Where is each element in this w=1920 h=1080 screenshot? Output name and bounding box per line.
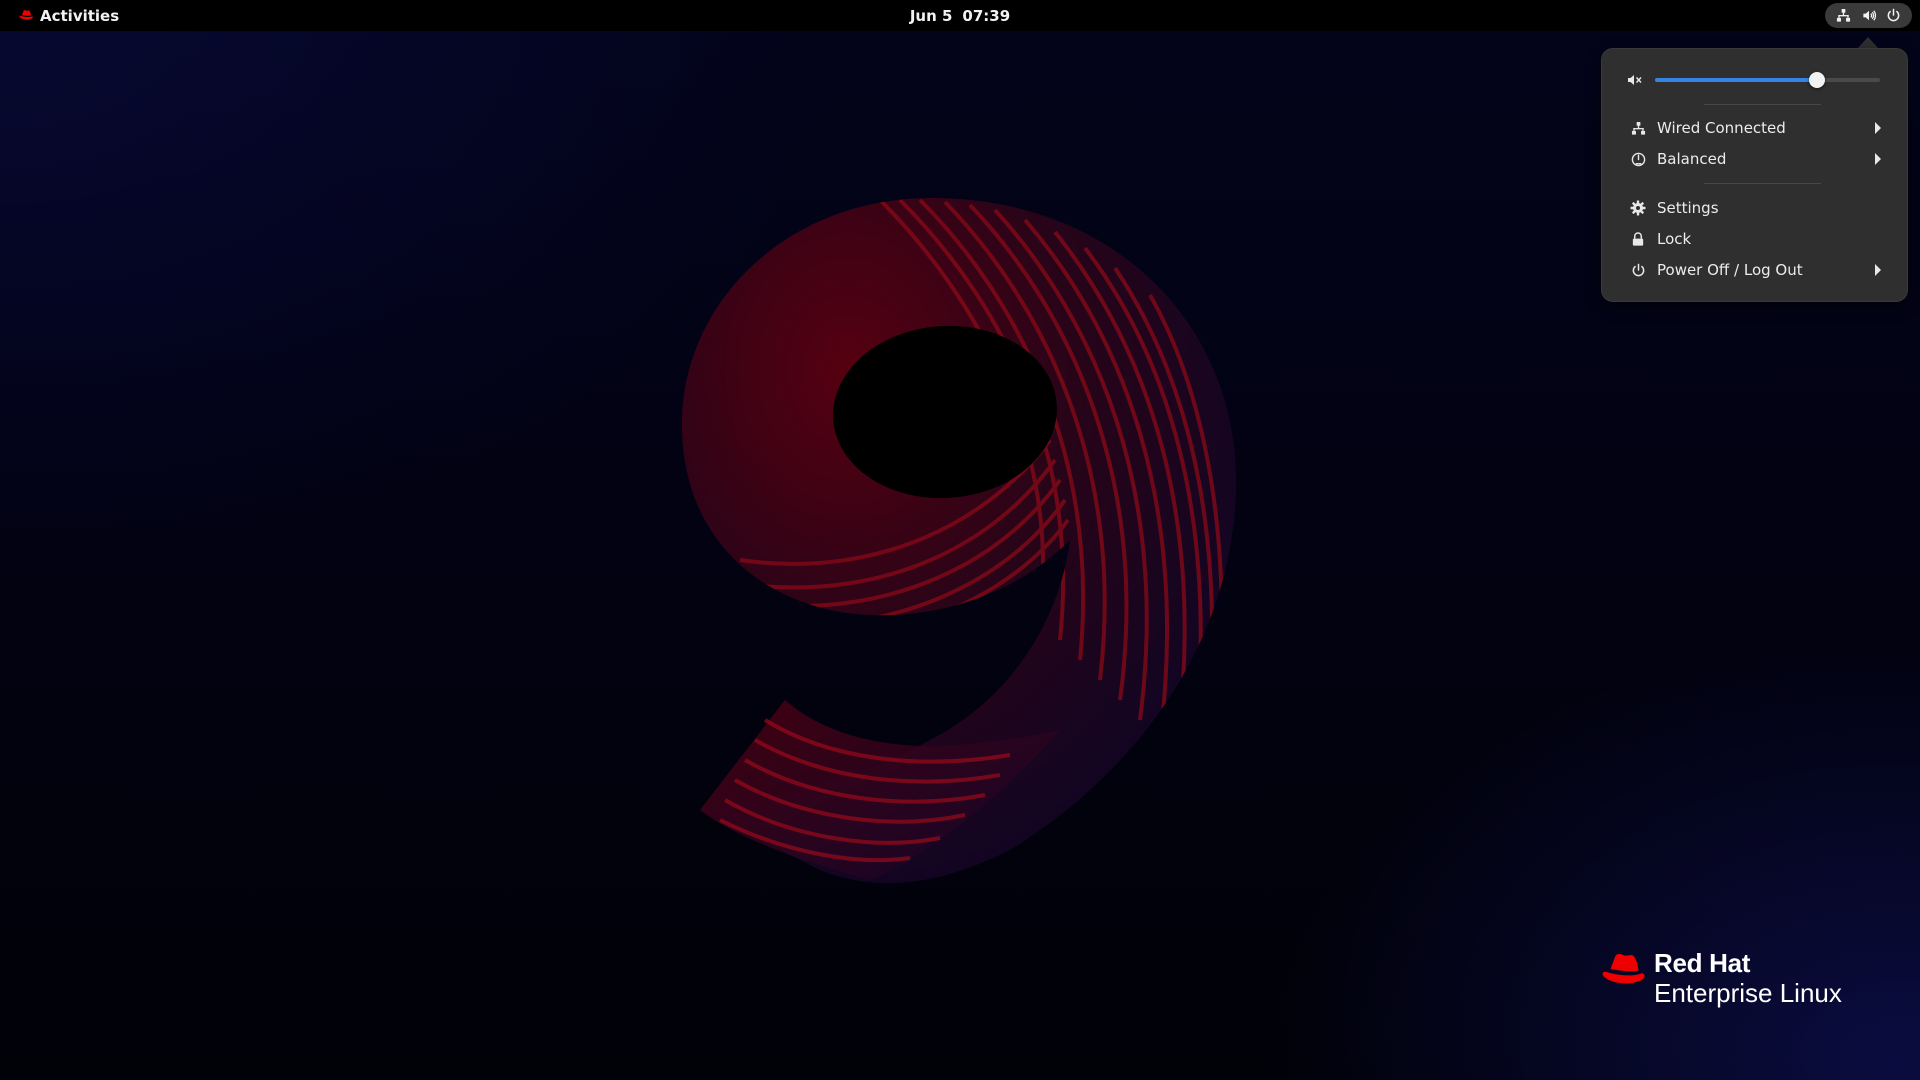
system-menu: Wired Connected Balanced Settings Lock P… (1601, 48, 1908, 302)
chevron-right-icon (1871, 121, 1885, 135)
power-icon (1884, 6, 1904, 26)
menu-item-power-off-log-out[interactable]: Power Off / Log Out (1610, 256, 1899, 284)
system-tray-button[interactable] (1825, 3, 1912, 28)
menu-item-label: Settings (1657, 199, 1719, 217)
menu-item-settings[interactable]: Settings (1610, 194, 1899, 222)
clock-button[interactable]: Jun 5 07:39 (900, 0, 1020, 31)
red-hat-enterprise-linux-branding: Red Hat Enterprise Linux (1598, 948, 1878, 1018)
menu-item-label: Lock (1657, 230, 1692, 248)
volume-muted-icon[interactable] (1626, 71, 1644, 89)
clock-date: Jun 5 (909, 6, 953, 25)
power-icon (1629, 261, 1647, 279)
brand-product: Enterprise Linux (1654, 978, 1842, 1008)
network-wired-icon (1629, 119, 1647, 137)
volume-slider[interactable] (1655, 67, 1880, 93)
menu-item-label: Wired Connected (1657, 119, 1786, 137)
volume-row (1626, 67, 1888, 93)
activities-button[interactable]: Activities (10, 0, 127, 31)
chevron-right-icon (1871, 263, 1885, 277)
power-profile-icon (1629, 150, 1647, 168)
clock-time: 07:39 (962, 6, 1011, 25)
red-hat-logo-icon (1598, 950, 1648, 992)
menu-item-label: Power Off / Log Out (1657, 261, 1803, 279)
volume-icon (1859, 6, 1879, 26)
chevron-right-icon (1871, 152, 1885, 166)
lock-icon (1629, 230, 1647, 248)
menu-separator (1704, 104, 1821, 105)
top-bar: Activities Jun 5 07:39 (0, 0, 1920, 31)
brand-name: Red Hat (1654, 948, 1751, 978)
volume-slider-fill (1655, 78, 1817, 82)
menu-item-lock[interactable]: Lock (1610, 225, 1899, 253)
volume-slider-handle[interactable] (1809, 72, 1825, 88)
menu-item-label: Balanced (1657, 150, 1727, 168)
activities-label: Activities (40, 6, 120, 25)
menu-separator (1704, 183, 1821, 184)
menu-item-power-profile[interactable]: Balanced (1610, 145, 1899, 173)
red-hat-logo-icon (18, 7, 34, 25)
network-wired-icon (1834, 6, 1854, 26)
menu-item-wired-connected[interactable]: Wired Connected (1610, 114, 1899, 142)
gear-icon (1629, 199, 1647, 217)
